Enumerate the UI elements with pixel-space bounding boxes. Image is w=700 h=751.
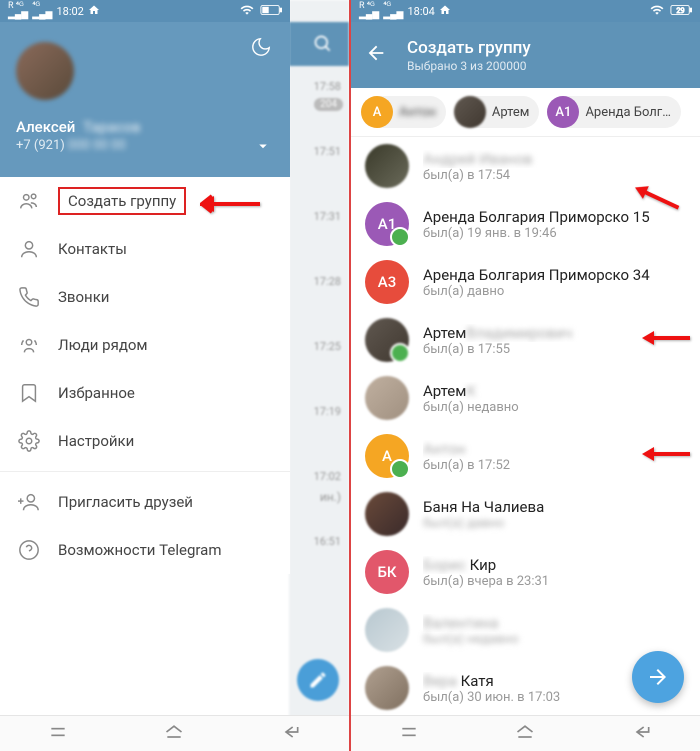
contact-status: был(а) 19 янв. в 19:46 xyxy=(423,226,686,241)
recent-apps-icon[interactable] xyxy=(399,722,419,746)
home-icon xyxy=(439,4,451,19)
chip[interactable]: А Антон xyxy=(361,96,446,128)
contact-row[interactable]: А3 Аренда Болгария Приморско 34 был(а) д… xyxy=(351,253,700,311)
battery-icon xyxy=(260,4,282,19)
menu-calls[interactable]: Звонки xyxy=(0,273,290,321)
annotation-arrow xyxy=(640,444,690,468)
header-title: Создать группу xyxy=(407,38,531,58)
night-mode-icon[interactable] xyxy=(250,36,272,62)
contact-avatar xyxy=(365,318,409,362)
svg-text:29: 29 xyxy=(676,5,684,14)
add-person-icon xyxy=(18,491,58,513)
menu-settings[interactable]: Настройки xyxy=(0,417,290,465)
status-bar: R ⁴ᴳ▂▄▆ ⁴ᴳ▂▄▆ 18:04 29 xyxy=(351,0,700,22)
contact-avatar: А1 xyxy=(365,202,409,246)
contact-status: был(а) вчера в 23:31 xyxy=(423,574,686,589)
contact-status: был(а) давно xyxy=(423,284,686,299)
back-nav-icon[interactable] xyxy=(632,722,652,746)
drawer-menu: Создать группу Контакты Звонки Люди рядо… xyxy=(0,177,290,574)
contact-row[interactable]: А Антон был(а) в 17:52 xyxy=(351,427,700,485)
profile-name: Алексей xyxy=(16,118,75,136)
status-time: 18:04 xyxy=(407,5,434,18)
phone-left: 17:58 204 17:51 17:31 17:28 17:25 17:19 … xyxy=(0,0,349,751)
contact-name: Баня На Чалиева xyxy=(423,498,686,516)
contact-avatar xyxy=(365,144,409,188)
bookmark-icon xyxy=(18,382,58,404)
contact-row[interactable]: БК Борис Кир был(а) вчера в 23:31 xyxy=(351,543,700,601)
contact-name: Аренда Болгария Приморско 15 xyxy=(423,208,686,226)
battery-icon: 29 xyxy=(670,4,692,19)
recent-apps-icon[interactable] xyxy=(48,722,68,746)
android-nav-bar xyxy=(351,715,700,751)
contact-name: Аренда Болгария Приморско 34 xyxy=(423,266,686,284)
chip[interactable]: Артем xyxy=(454,96,540,128)
compose-fab-bg[interactable] xyxy=(297,659,339,701)
create-group-header: Создать группу Выбрано 3 из 200000 xyxy=(351,22,700,88)
menu-invite[interactable]: Пригласить друзей xyxy=(0,478,290,526)
menu-nearby[interactable]: Люди рядом xyxy=(0,321,290,369)
person-icon xyxy=(18,238,58,260)
group-icon xyxy=(18,190,58,212)
menu-faq[interactable]: Возможности Telegram xyxy=(0,526,290,574)
home-nav-icon[interactable] xyxy=(515,722,535,746)
help-icon xyxy=(18,539,58,561)
contact-avatar xyxy=(365,376,409,420)
contact-name: АртемК xyxy=(423,382,686,400)
contact-avatar: А xyxy=(365,434,409,478)
contact-avatar xyxy=(365,492,409,536)
contact-row[interactable]: АртемВладимирович был(а) в 17:55 xyxy=(351,311,700,369)
drawer-header: Алексей Тарасов +7 (921) 000 00 00 xyxy=(0,22,290,177)
status-bar: R ⁴ᴳ▂▄▆ ⁴ᴳ▂▄▆ 18:02 xyxy=(0,0,290,22)
menu-saved[interactable]: Избранное xyxy=(0,369,290,417)
contact-row[interactable]: А1 Аренда Болгария Приморско 15 был(а) 1… xyxy=(351,195,700,253)
contact-name: Андрей Иванов xyxy=(423,150,686,168)
contact-status: был(а) недавно xyxy=(423,632,686,647)
contact-name: Валентина xyxy=(423,614,686,632)
contact-row[interactable]: Валентина был(а) недавно xyxy=(351,601,700,659)
contact-status: был(а) в 17:54 xyxy=(423,168,686,183)
menu-contacts[interactable]: Контакты xyxy=(0,225,290,273)
home-icon xyxy=(88,4,100,19)
nearby-icon xyxy=(18,334,58,356)
contact-name: Борис Кир xyxy=(423,556,686,574)
contact-avatar xyxy=(365,608,409,652)
profile-phone: +7 (921) xyxy=(16,138,65,153)
annotation-arrow xyxy=(640,328,690,352)
back-icon[interactable] xyxy=(365,42,387,68)
home-nav-icon[interactable] xyxy=(164,722,184,746)
search-icon[interactable] xyxy=(313,34,333,58)
contact-avatar: БК xyxy=(365,550,409,594)
back-nav-icon[interactable] xyxy=(281,722,301,746)
contact-status: был(а) недавно xyxy=(423,400,686,415)
contact-list[interactable]: Андрей Иванов был(а) в 17:54 А1 Аренда Б… xyxy=(351,137,700,717)
contact-status: был(а) давно xyxy=(423,516,686,531)
phone-icon xyxy=(18,286,58,308)
contact-row[interactable]: Баня На Чалиева был(а) давно xyxy=(351,485,700,543)
selected-chips: А Антон Артем А1 Аренда Болг… xyxy=(351,88,700,137)
header-subtitle: Выбрано 3 из 200000 xyxy=(407,59,531,73)
contact-avatar: А3 xyxy=(365,260,409,304)
chip[interactable]: А1 Аренда Болг… xyxy=(547,96,681,128)
status-time: 18:02 xyxy=(56,5,83,18)
profile-avatar[interactable] xyxy=(16,42,74,100)
contact-avatar xyxy=(365,666,409,710)
next-fab[interactable] xyxy=(632,651,684,703)
wifi-icon xyxy=(650,3,664,20)
background-chat-list: 17:58 204 17:51 17:31 17:28 17:25 17:19 … xyxy=(289,0,349,751)
android-nav-bar xyxy=(0,715,349,751)
gear-icon xyxy=(18,430,58,452)
annotation-arrow xyxy=(200,192,260,220)
contact-row[interactable]: АртемК был(а) недавно xyxy=(351,369,700,427)
wifi-icon xyxy=(240,3,254,20)
phone-right: R ⁴ᴳ▂▄▆ ⁴ᴳ▂▄▆ 18:04 29 Создать группу Вы… xyxy=(351,0,700,751)
chevron-down-icon[interactable] xyxy=(254,137,272,159)
